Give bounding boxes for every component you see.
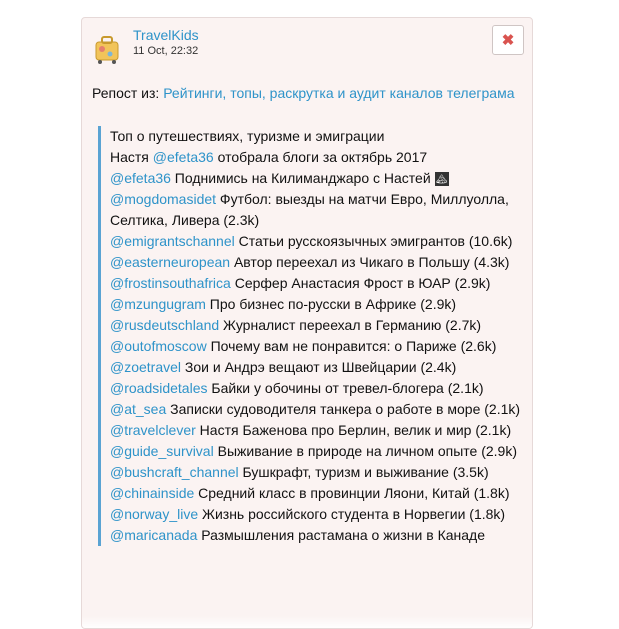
- line-text: Серфер Анастасия Фрост в ЮАР (2.9k): [230, 275, 491, 291]
- quote-line: @roadsidetales Байки у обочины от тревел…: [110, 378, 530, 399]
- quote-line: @easterneuropean Автор переехал из Чикаг…: [110, 252, 530, 273]
- scroll-fade: [82, 616, 532, 628]
- quote-line: Топ о путешествиях, туризме и эмиграции: [110, 126, 530, 147]
- line-text: Бушкрафт, туризм и выживание (3.5k): [238, 464, 489, 480]
- quote-line: @mogdomasidet Футбол: выезды на матчи Ев…: [110, 189, 530, 231]
- channel-handle-link[interactable]: @chinainside: [110, 485, 194, 501]
- line-text: Выживание в природе на личном опыте (2.9…: [213, 443, 517, 459]
- quote-line: @norway_live Жизнь российского студента …: [110, 504, 530, 525]
- quote-line: @mzungugram Про бизнес по-русски в Африк…: [110, 294, 530, 315]
- post-card: TravelKids 11 Oct, 22:32 ✖ Репост из: Ре…: [81, 17, 533, 629]
- line-text: Зои и Андрэ вещают из Швейцарии (2.4k): [181, 359, 457, 375]
- quote-line: @emigrantschannel Статьи русскоязычных э…: [110, 231, 530, 252]
- close-icon: ✖: [501, 31, 515, 49]
- channel-handle-link[interactable]: @efeta36: [110, 170, 171, 186]
- line-prefix: Настя: [110, 149, 153, 165]
- post-time: 11 Oct, 22:32: [133, 45, 199, 57]
- quote-line: @maricanada Размышления растамана о жизн…: [110, 525, 530, 546]
- mountain-icon: 🏔: [434, 172, 449, 187]
- quote-line: @outofmoscow Почему вам не понравится: о…: [110, 336, 530, 357]
- line-text: Размышления растамана о жизни в Канаде: [197, 527, 485, 543]
- channel-handle-link[interactable]: @efeta36: [153, 149, 214, 165]
- line-text: отобрала блоги за октябрь 2017: [213, 149, 428, 165]
- line-text: Поднимись на Килиманджаро с Настей: [170, 170, 431, 186]
- channel-handle-link[interactable]: @guide_survival: [110, 443, 214, 459]
- quote-line: @frostinsouthafrica Серфер Анастасия Фро…: [110, 273, 530, 294]
- quoted-message: Топ о путешествиях, туризме и эмиграции Н…: [98, 126, 530, 546]
- close-button[interactable]: ✖: [492, 25, 524, 55]
- quote-line: @efeta36 Поднимись на Килиманджаро с Нас…: [110, 168, 530, 189]
- repost-prefix: Репост из:: [92, 85, 160, 101]
- line-text: Жизнь российского студента в Норвегии (1…: [198, 506, 506, 522]
- line-text: Почему вам не понравится: о Париже (2.6k…: [206, 338, 497, 354]
- line-text: Записки судоводителя танкера о работе в …: [166, 401, 521, 417]
- quote-line: @travelclever Настя Баженова про Берлин,…: [110, 420, 530, 441]
- channel-handle-link[interactable]: @emigrantschannel: [110, 233, 235, 249]
- channel-handle-link[interactable]: @mogdomasidet: [110, 191, 216, 207]
- quote-line: @guide_survival Выживание в природе на л…: [110, 441, 530, 462]
- channel-handle-link[interactable]: @rusdeutschland: [110, 317, 219, 333]
- line-text: Топ о путешествиях, туризме и эмиграции: [110, 128, 385, 144]
- channel-handle-link[interactable]: @norway_live: [110, 506, 198, 522]
- line-text: Автор переехал из Чикаго в Польшу (4.3k): [230, 254, 510, 270]
- repost-info: Репост из: Рейтинги, топы, раскрутка и а…: [92, 83, 517, 104]
- channel-name[interactable]: TravelKids: [133, 27, 199, 43]
- repost-source-link[interactable]: Рейтинги, топы, раскрутка и аудит канало…: [163, 85, 514, 101]
- channel-handle-link[interactable]: @maricanada: [110, 527, 197, 543]
- post-header: TravelKids 11 Oct, 22:32 ✖: [82, 18, 532, 68]
- line-text: Журналист переехал в Германию (2.7k): [219, 317, 482, 333]
- channel-handle-link[interactable]: @bushcraft_channel: [110, 464, 239, 480]
- line-text: Про бизнес по-русски в Африке (2.9k): [205, 296, 457, 312]
- channel-handle-link[interactable]: @at_sea: [110, 401, 166, 417]
- line-text: Байки у обочины от тревел-блогера (2.1k): [207, 380, 484, 396]
- channel-handle-link[interactable]: @mzungugram: [110, 296, 206, 312]
- line-text: Статьи русскоязычных эмигрантов (10.6k): [234, 233, 513, 249]
- quote-line: @rusdeutschland Журналист переехал в Гер…: [110, 315, 530, 336]
- quote-line: @zoetravel Зои и Андрэ вещают из Швейцар…: [110, 357, 530, 378]
- channel-handle-link[interactable]: @frostinsouthafrica: [110, 275, 231, 291]
- channel-handle-link[interactable]: @easterneuropean: [110, 254, 230, 270]
- suitcase-icon: [95, 36, 119, 64]
- quote-line: @bushcraft_channel Бушкрафт, туризм и вы…: [110, 462, 530, 483]
- channel-handle-link[interactable]: @roadsidetales: [110, 380, 208, 396]
- line-text: Настя Баженова про Берлин, велик и мир (…: [195, 422, 512, 438]
- quote-line: @at_sea Записки судоводителя танкера о р…: [110, 399, 530, 420]
- line-text: Средний класс в провинции Ляони, Китай (…: [194, 485, 510, 501]
- channel-handle-link[interactable]: @travelclever: [110, 422, 196, 438]
- channel-handle-link[interactable]: @zoetravel: [110, 359, 181, 375]
- quote-line: @chinainside Средний класс в провинции Л…: [110, 483, 530, 504]
- quote-line: Настя @efeta36 отобрала блоги за октябрь…: [110, 147, 530, 168]
- channel-handle-link[interactable]: @outofmoscow: [110, 338, 207, 354]
